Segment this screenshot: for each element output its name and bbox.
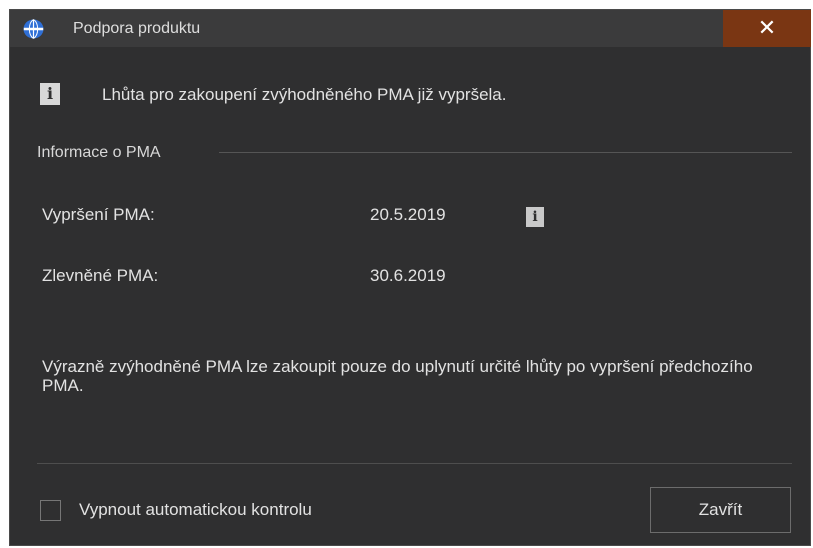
close-window-button[interactable]: ✕ — [723, 10, 811, 47]
close-button-label: Zavřít — [698, 500, 743, 519]
pma-info-group-label: Informace o PMA — [37, 144, 161, 161]
group-divider — [219, 152, 792, 153]
info-icon: i — [40, 83, 60, 105]
product-support-dialog: Podpora produktu ✕ i Lhůta pro zakoupení… — [9, 9, 811, 546]
close-button[interactable]: Zavřít — [650, 487, 791, 533]
disable-auto-check-label[interactable]: Vypnout automatickou kontrolu — [79, 500, 312, 520]
discount-pma-label: Zlevněné PMA: — [42, 266, 159, 285]
pma-expiry-value: 20.5.2019 — [370, 205, 446, 224]
footer-divider — [37, 463, 792, 464]
pma-description: Výrazně zvýhodněné PMA lze zakoupit pouz… — [42, 357, 753, 395]
expiry-info-icon[interactable]: i — [526, 207, 544, 227]
disable-auto-check-checkbox[interactable] — [40, 500, 61, 521]
globe-icon — [23, 19, 44, 39]
discount-pma-value: 30.6.2019 — [370, 266, 446, 285]
expiry-notice-text: Lhůta pro zakoupení zvýhodněného PMA již… — [102, 85, 507, 104]
screen-background: Podpora produktu ✕ i Lhůta pro zakoupení… — [0, 0, 813, 548]
window-title: Podpora produktu — [73, 20, 201, 37]
pma-expiry-label: Vypršení PMA: — [42, 205, 155, 224]
close-icon: ✕ — [757, 16, 777, 41]
title-bar[interactable]: Podpora produktu ✕ — [10, 10, 811, 47]
